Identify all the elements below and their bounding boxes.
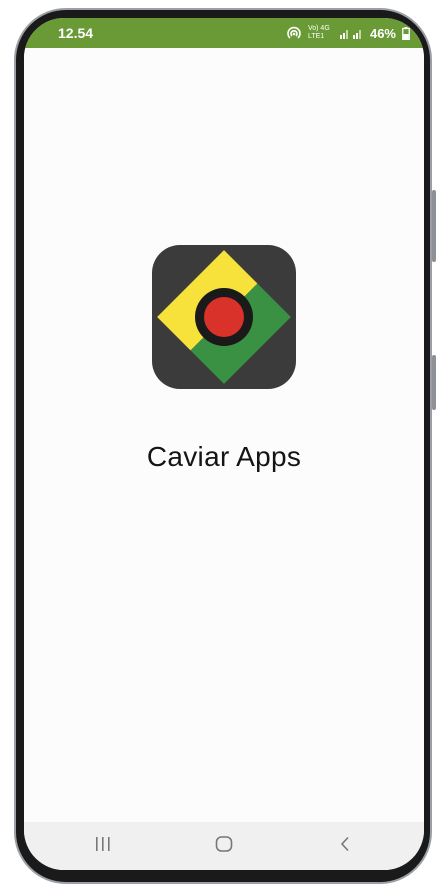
back-icon [341, 836, 349, 852]
recent-apps-button[interactable] [73, 824, 133, 864]
status-bar: 12.54 Vo) 4G LTE1 46% [24, 18, 424, 48]
battery-icon [402, 26, 410, 40]
recent-apps-icon [95, 837, 110, 851]
network-type-label: Vo) 4G LTE1 [307, 25, 330, 40]
splash-screen: Caviar Apps [24, 48, 424, 826]
screen: 12.54 Vo) 4G LTE1 46% Caviar Apps [24, 18, 424, 870]
status-icons: Vo) 4G LTE1 46% [286, 25, 410, 41]
home-icon [215, 836, 233, 852]
navigation-bar [24, 822, 424, 870]
back-button[interactable] [315, 824, 375, 864]
battery-percent: 46% [369, 25, 396, 41]
volume-button [432, 190, 436, 262]
power-button [432, 355, 436, 410]
hotspot-icon [286, 26, 302, 40]
status-time: 12.54 [58, 25, 94, 41]
signal-icon [339, 27, 364, 39]
app-name-label: Caviar Apps [146, 441, 302, 472]
home-button[interactable] [194, 824, 254, 864]
caviar-apps-logo [152, 245, 296, 389]
